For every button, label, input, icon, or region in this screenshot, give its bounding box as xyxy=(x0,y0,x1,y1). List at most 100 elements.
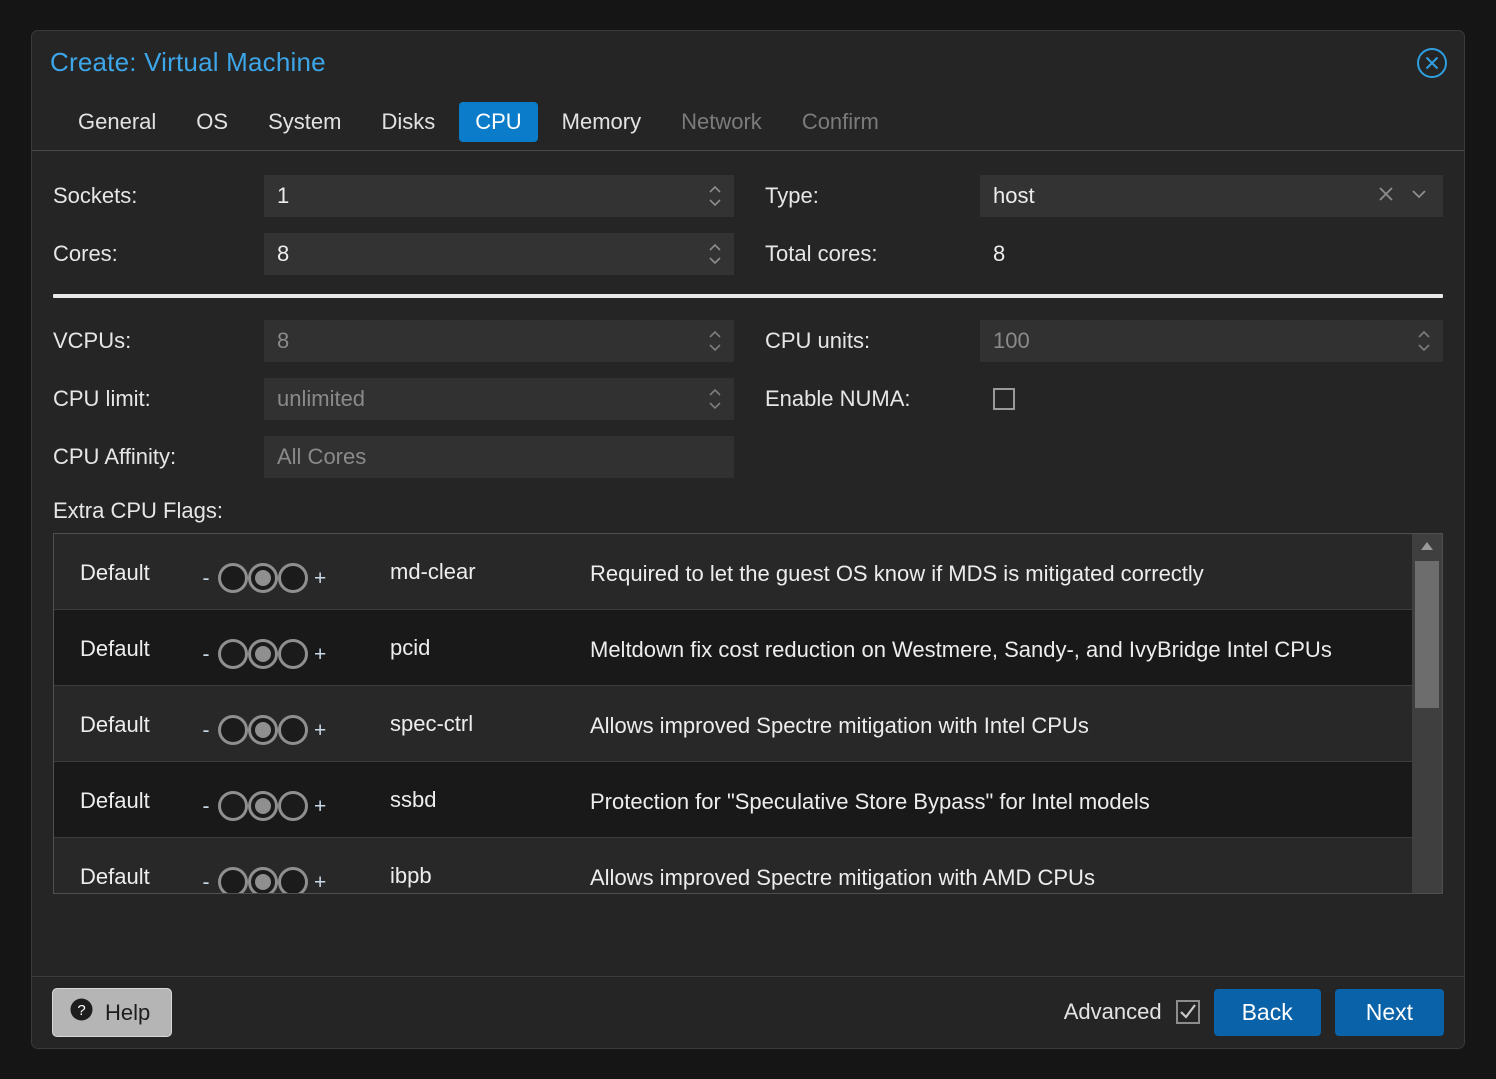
cpu-affinity-input[interactable]: All Cores xyxy=(264,436,734,478)
spinner-up-down-icon[interactable] xyxy=(706,382,724,416)
table-row[interactable]: Default - + pcid Meltdown fix cost reduc… xyxy=(54,610,1412,686)
table-scrollbar[interactable] xyxy=(1412,534,1442,893)
flag-tristate-toggle[interactable]: - + xyxy=(200,702,390,745)
vcpus-placeholder: 8 xyxy=(277,328,290,353)
tristate-option-default[interactable] xyxy=(248,715,278,745)
type-combobox[interactable]: host xyxy=(980,175,1443,217)
flag-description: Allows improved Spectre mitigation with … xyxy=(590,713,1089,738)
create-vm-dialog: Create: Virtual Machine General OS Syste… xyxy=(31,30,1465,1049)
cores-input[interactable]: 8 xyxy=(264,233,734,275)
tristate-option-default[interactable] xyxy=(248,639,278,669)
flag-name: ssbd xyxy=(390,787,437,812)
flag-name: md-clear xyxy=(390,559,476,584)
advanced-left-column: VCPUs: 8 CPU limit: unlimited CPU Affini… xyxy=(53,312,748,486)
plus-sign-label[interactable]: + xyxy=(314,720,326,741)
tab-system[interactable]: System xyxy=(252,102,357,141)
field-cpu-limit: CPU limit: unlimited xyxy=(53,370,748,428)
spinner-up-down-icon[interactable] xyxy=(706,179,724,213)
checkbox-checked-icon[interactable] xyxy=(1175,1000,1200,1025)
spinner-up-down-icon[interactable] xyxy=(1415,324,1433,358)
advanced-right-column: CPU units: 100 Enable NUMA: xyxy=(748,312,1443,486)
tristate-option-off[interactable] xyxy=(218,791,248,821)
flag-description: Protection for "Speculative Store Bypass… xyxy=(590,789,1150,814)
sockets-input[interactable]: 1 xyxy=(264,175,734,217)
cpu-limit-input[interactable]: unlimited xyxy=(264,378,734,420)
tristate-option-on[interactable] xyxy=(278,791,308,821)
tristate-options xyxy=(218,867,308,893)
cpu-units-input[interactable]: 100 xyxy=(980,320,1443,362)
advanced-label: Advanced xyxy=(1063,999,1162,1025)
flag-tristate-toggle[interactable]: - + xyxy=(200,626,390,669)
type-label: Type: xyxy=(765,183,819,208)
tristate-option-on[interactable] xyxy=(278,867,308,893)
flag-name: pcid xyxy=(390,635,431,660)
tristate-option-default[interactable] xyxy=(248,791,278,821)
plus-sign-label[interactable]: + xyxy=(314,872,326,893)
field-vcpus: VCPUs: 8 xyxy=(53,312,748,370)
flag-state-label: Default xyxy=(80,712,150,737)
basic-settings-group: Sockets: 1 Cores: 8 Type: host Total cor… xyxy=(53,167,1443,283)
dialog-titlebar: Create: Virtual Machine xyxy=(32,31,1464,94)
tab-cpu[interactable]: CPU xyxy=(459,102,538,142)
extra-cpu-flags-table: Default - + md-clear Required to let the xyxy=(53,533,1443,894)
scrollbar-thumb[interactable] xyxy=(1415,561,1439,708)
minus-sign-label[interactable]: - xyxy=(200,720,212,741)
tristate-option-on[interactable] xyxy=(278,563,308,593)
flag-state-label: Default xyxy=(80,788,150,813)
tristate-option-off[interactable] xyxy=(218,639,248,669)
minus-sign-label[interactable]: - xyxy=(200,644,212,665)
tristate-option-default[interactable] xyxy=(248,563,278,593)
table-row[interactable]: Default - + ssbd Protection for "Specula… xyxy=(54,762,1412,838)
type-combobox-tools xyxy=(1377,183,1433,209)
tristate-option-off[interactable] xyxy=(218,715,248,745)
tab-memory[interactable]: Memory xyxy=(546,102,657,141)
field-sockets: Sockets: 1 xyxy=(53,167,748,225)
field-total-cores: Total cores: 8 xyxy=(765,225,1443,283)
clear-x-icon[interactable] xyxy=(1377,183,1395,209)
tristate-option-off[interactable] xyxy=(218,867,248,893)
flag-tristate-toggle[interactable]: - + xyxy=(200,854,390,893)
minus-sign-label[interactable]: - xyxy=(200,872,212,893)
tristate-option-on[interactable] xyxy=(278,639,308,669)
plus-sign-label[interactable]: + xyxy=(314,796,326,817)
close-icon[interactable] xyxy=(1415,46,1449,80)
advanced-settings-group: VCPUs: 8 CPU limit: unlimited CPU Affini… xyxy=(53,312,1443,486)
minus-sign-label[interactable]: - xyxy=(200,568,212,589)
table-row[interactable]: Default - + spec-ctrl Allows improved Sp… xyxy=(54,686,1412,762)
advanced-right-spacer xyxy=(765,428,1443,486)
type-value: host xyxy=(993,183,1035,208)
vcpus-input[interactable]: 8 xyxy=(264,320,734,362)
tab-disks[interactable]: Disks xyxy=(365,102,451,141)
flag-state-label: Default xyxy=(80,864,150,889)
help-button[interactable]: ? Help xyxy=(52,988,173,1037)
tristate-option-default[interactable] xyxy=(248,867,278,893)
next-button[interactable]: Next xyxy=(1334,988,1444,1037)
flag-tristate-toggle[interactable]: - + xyxy=(200,778,390,821)
plus-sign-label[interactable]: + xyxy=(314,568,326,589)
checkbox-unchecked-icon[interactable] xyxy=(993,388,1015,410)
spinner-up-down-icon[interactable] xyxy=(706,237,724,271)
tab-general[interactable]: General xyxy=(62,102,172,141)
flag-name: spec-ctrl xyxy=(390,711,474,736)
tristate-options xyxy=(218,563,308,593)
dialog-footer: ? Help Advanced Back Next xyxy=(32,976,1464,1048)
tristate-option-off[interactable] xyxy=(218,563,248,593)
flag-tristate-toggle[interactable]: - + xyxy=(200,550,390,593)
table-row[interactable]: Default - + md-clear Required to let the xyxy=(54,534,1412,610)
tristate-options xyxy=(218,791,308,821)
spinner-up-down-icon[interactable] xyxy=(706,324,724,358)
table-row[interactable]: Default - + ibpb Allows improved Spectre xyxy=(54,838,1412,893)
tab-os[interactable]: OS xyxy=(180,102,244,141)
total-cores-value: 8 xyxy=(993,241,1006,266)
dialog-body: Sockets: 1 Cores: 8 Type: host Total cor… xyxy=(32,151,1464,976)
tristate-option-on[interactable] xyxy=(278,715,308,745)
plus-sign-label[interactable]: + xyxy=(314,644,326,665)
help-button-label: Help xyxy=(105,999,151,1025)
chevron-down-icon[interactable] xyxy=(1409,183,1429,209)
cores-value: 8 xyxy=(277,241,290,266)
minus-sign-label[interactable]: - xyxy=(200,796,212,817)
scroll-up-arrow-icon[interactable] xyxy=(1412,534,1442,558)
back-button[interactable]: Back xyxy=(1213,988,1321,1037)
extra-cpu-flags-scrollport: Default - + md-clear Required to let the xyxy=(54,534,1412,893)
field-cpu-units: CPU units: 100 xyxy=(765,312,1443,370)
